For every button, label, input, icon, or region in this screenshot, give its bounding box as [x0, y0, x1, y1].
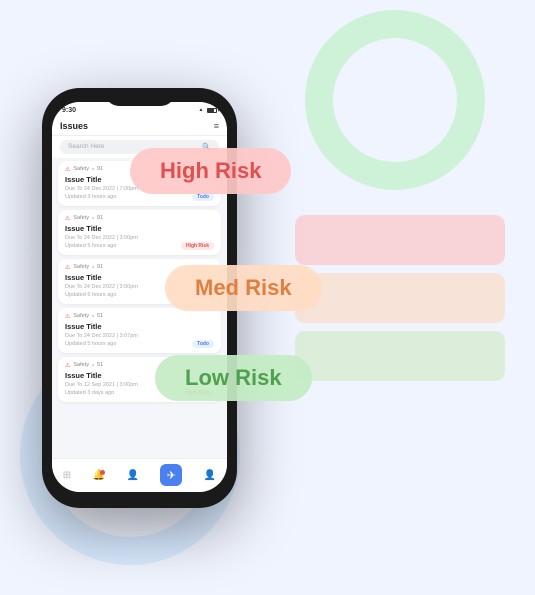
nav-explore-icon: ✈: [160, 464, 182, 486]
issue-item[interactable]: ⚠ Safety 91 Issue Title Due To 24 Dec 20…: [58, 210, 221, 255]
issue-num: 51: [97, 313, 103, 319]
issue-safety-icon: ⚠: [65, 166, 70, 173]
issue-dot: [92, 364, 94, 366]
issue-badge: Todo: [192, 340, 214, 348]
issue-category: Safety: [73, 215, 89, 221]
nav-notifications[interactable]: 🔔: [93, 470, 105, 481]
issue-updated: Updated 3 days ago: [65, 390, 114, 396]
issue-safety-icon: ⚠: [65, 264, 70, 271]
app-header: Issues ≡: [52, 117, 227, 136]
issue-category: Safety: [73, 313, 89, 319]
issue-meta: ⚠ Safety 91: [65, 215, 214, 222]
issue-category: Safety: [73, 362, 89, 368]
low-risk-label: Low Risk: [155, 355, 312, 401]
issue-updated: Updated 6 hours ago: [65, 292, 116, 298]
issue-category: Safety: [73, 166, 89, 172]
issue-dot: [92, 266, 94, 268]
nav-home[interactable]: ⊞: [63, 470, 71, 481]
issue-due: Due To 24 Dec 2022 | 3:07pm: [65, 333, 214, 339]
status-time: 9:30: [62, 107, 76, 114]
issue-item[interactable]: ⚠ Safety 51 Issue Title Due To 24 Dec 20…: [58, 308, 221, 353]
issue-safety-icon: ⚠: [65, 313, 70, 320]
issue-updated: Updated 3 hours ago: [65, 194, 116, 200]
issue-safety-icon: ⚠: [65, 215, 70, 222]
low-risk-card-bg: [295, 331, 505, 381]
issue-dot: [92, 217, 94, 219]
med-risk-card-bg: [295, 273, 505, 323]
app-title: Issues: [60, 121, 88, 131]
issue-num: 91: [97, 166, 103, 172]
status-icons: ▲: [199, 107, 217, 113]
search-placeholder: Search Here: [68, 143, 105, 150]
issue-num: 91: [97, 215, 103, 221]
med-risk-label: Med Risk: [165, 265, 322, 311]
issue-footer: Updated 5 hours ago High Risk: [65, 242, 214, 250]
issue-due: Due To 24 Dec 2022 | 3:00pm: [65, 235, 214, 241]
issue-title: Issue Title: [65, 224, 214, 233]
nav-account[interactable]: 👤: [204, 470, 216, 481]
issue-title: Issue Title: [65, 322, 214, 331]
issue-footer: Updated 5 hours ago Todo: [65, 340, 214, 348]
bg-circle-green: [305, 10, 485, 190]
issue-badge: High Risk: [181, 242, 214, 250]
issue-updated: Updated 5 hours ago: [65, 243, 116, 249]
issue-updated: Updated 5 hours ago: [65, 341, 116, 347]
issue-dot: [92, 315, 94, 317]
issue-num: 51: [97, 362, 103, 368]
issue-meta: ⚠ Safety 51: [65, 313, 214, 320]
risk-cards-area: [295, 215, 505, 381]
nav-profile[interactable]: 👤: [126, 470, 138, 481]
phone-notch: [105, 88, 175, 106]
bottom-nav: ⊞ 🔔 👤 ✈ 👤: [52, 458, 227, 492]
nav-explore[interactable]: ✈: [160, 464, 182, 486]
filter-icon[interactable]: ≡: [214, 121, 219, 131]
issue-dot: [92, 168, 94, 170]
issue-safety-icon: ⚠: [65, 362, 70, 369]
issue-category: Safety: [73, 264, 89, 270]
battery-icon: [207, 108, 217, 113]
issue-num: 91: [97, 264, 103, 270]
high-risk-label: High Risk: [130, 148, 291, 194]
high-risk-card-bg: [295, 215, 505, 265]
